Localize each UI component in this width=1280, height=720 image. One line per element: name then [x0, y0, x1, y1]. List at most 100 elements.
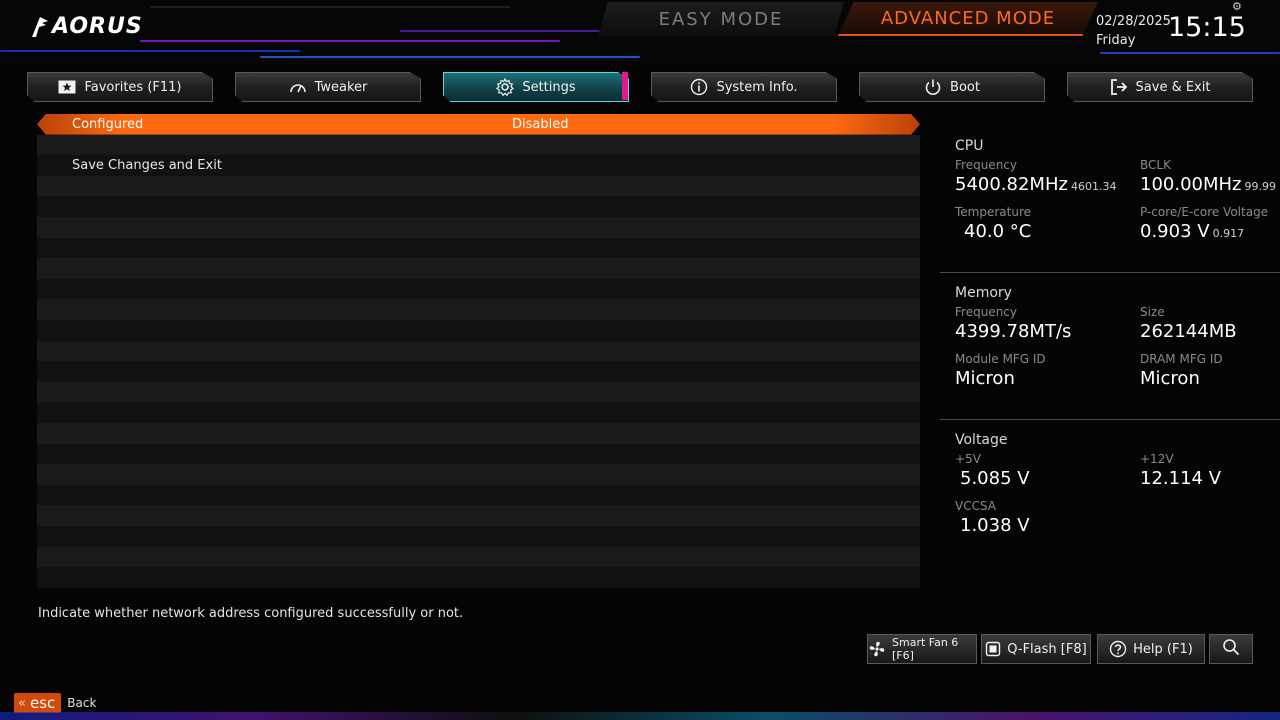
advanced-mode-button[interactable]: ADVANCED MODE — [838, 2, 1098, 36]
memory-grid: Frequency 4399.78MT/s Size 262144MB Modu… — [955, 305, 1280, 405]
tab-save-exit[interactable]: Save & Exit — [1067, 72, 1253, 102]
esc-label: esc — [29, 694, 56, 712]
back-label: Back — [67, 696, 97, 710]
tab-label: Boot — [950, 79, 980, 95]
list-row-empty — [37, 134, 920, 156]
decor-streak — [400, 30, 600, 32]
easy-mode-button[interactable]: EASY MODE — [598, 2, 844, 36]
setting-row-save-changes-exit[interactable]: Save Changes and Exit — [37, 155, 920, 176]
cpu-frequency: Frequency 5400.82MHz 4601.34 — [955, 158, 1117, 195]
tab-label: Favorites (F11) — [84, 79, 182, 95]
panel-divider — [940, 419, 1280, 420]
setting-label: Save Changes and Exit — [72, 157, 222, 173]
list-row-empty — [37, 196, 920, 217]
main-tabs: Favorites (F11) Tweaker Settings System … — [0, 72, 1280, 104]
cpu-bclk: BCLK 100.00MHz 99.99 — [1140, 158, 1276, 195]
list-row-empty — [37, 175, 920, 197]
list-row-empty — [37, 443, 920, 465]
smart-fan-button[interactable]: Smart Fan 6 [F6] — [867, 634, 977, 664]
esc-back-control[interactable]: « esc Back — [14, 693, 96, 713]
top-bar: AORUS EASY MODE ADVANCED MODE 02/28/2025… — [0, 0, 1280, 62]
date-display: 02/28/2025 Friday — [1096, 12, 1171, 50]
voltage-12v: +12V 12.114 V — [1140, 452, 1222, 489]
list-row-empty — [37, 423, 920, 444]
tab-favorites[interactable]: Favorites (F11) — [27, 72, 213, 102]
settings-list: Configured Disabled Save Changes and Exi… — [37, 114, 920, 590]
list-row-empty — [37, 402, 920, 423]
settings-gear-icon[interactable]: ⚙ — [1232, 0, 1242, 13]
decor-streak — [1100, 52, 1280, 54]
tab-label: Save & Exit — [1135, 79, 1211, 95]
memory-dram-mfg: DRAM MFG ID Micron — [1140, 352, 1223, 389]
fan-icon — [868, 640, 886, 658]
memory-module-mfg: Module MFG ID Micron — [955, 352, 1046, 389]
search-button[interactable] — [1209, 634, 1253, 664]
list-row-empty — [37, 299, 920, 320]
voltage-grid: +5V 5.085 V +12V 12.114 V VCCSA 1.038 V — [955, 452, 1280, 552]
list-row-empty — [37, 484, 920, 506]
hardware-monitor-panel: CPU Frequency 5400.82MHz 4601.34 BCLK 100… — [940, 138, 1280, 552]
memory-size: Size 262144MB — [1140, 305, 1237, 342]
list-row-empty — [37, 526, 920, 547]
decor-streak — [0, 50, 300, 52]
setting-label: Configured — [72, 116, 144, 132]
panel-divider — [940, 272, 1280, 273]
decor-bottom-strip — [0, 712, 1280, 720]
tab-settings[interactable]: Settings — [443, 72, 629, 102]
list-row-empty — [37, 278, 920, 300]
help-icon — [1109, 640, 1127, 658]
cpu-voltage: P-core/E-core Voltage 0.903 V 0.917 — [1140, 205, 1269, 242]
cpu-section-title: CPU — [955, 138, 984, 154]
tab-system-info[interactable]: System Info. — [651, 72, 837, 102]
decor-streak — [140, 40, 560, 42]
advanced-mode-label: ADVANCED MODE — [880, 7, 1056, 29]
list-row-empty — [37, 381, 920, 403]
tab-label: Settings — [522, 79, 576, 95]
brand-name: AORUS — [52, 14, 143, 39]
chip-icon — [985, 641, 1001, 657]
qflash-label: Q-Flash [F8] — [1007, 641, 1087, 657]
decor-streak — [150, 6, 510, 8]
active-tab-accent — [622, 72, 628, 100]
tab-label: System Info. — [716, 79, 798, 95]
help-button[interactable]: Help (F1) — [1097, 634, 1205, 664]
day: Friday — [1096, 33, 1136, 48]
list-row-empty — [37, 546, 920, 568]
setting-row-configured[interactable]: Configured Disabled — [37, 114, 920, 135]
speedometer-icon — [289, 80, 307, 94]
list-row-empty — [37, 217, 920, 238]
list-row-empty — [37, 237, 920, 259]
search-icon — [1222, 638, 1240, 660]
aorus-logo: AORUS — [30, 14, 143, 39]
easy-mode-label: EASY MODE — [658, 8, 784, 30]
list-row-empty — [37, 567, 920, 588]
double-chevron-left-icon: « — [18, 695, 26, 711]
power-icon — [924, 78, 942, 96]
esc-key[interactable]: « esc — [14, 693, 62, 713]
list-row-empty — [37, 320, 920, 341]
cpu-grid: Frequency 5400.82MHz 4601.34 BCLK 100.00M… — [955, 158, 1280, 258]
list-row-empty — [37, 464, 920, 485]
setting-value: Disabled — [512, 116, 569, 132]
date: 02/28/2025 — [1096, 14, 1171, 29]
tab-boot[interactable]: Boot — [859, 72, 1045, 102]
tab-tweaker[interactable]: Tweaker — [235, 72, 421, 102]
memory-frequency: Frequency 4399.78MT/s — [955, 305, 1072, 342]
gear-icon — [496, 78, 515, 96]
cpu-temperature: Temperature 40.0 °C — [955, 205, 1032, 242]
voltage-section-title: Voltage — [955, 432, 1008, 448]
list-row-empty — [37, 258, 920, 279]
list-row-empty — [37, 361, 920, 382]
memory-section-title: Memory — [955, 285, 1012, 301]
list-row-empty — [37, 505, 920, 526]
smart-fan-label: Smart Fan 6 [F6] — [892, 636, 959, 662]
list-row-empty — [37, 340, 920, 362]
clock: 15:15 — [1168, 12, 1246, 43]
voltage-vccsa: VCCSA 1.038 V — [955, 499, 1030, 536]
info-icon — [690, 78, 708, 96]
help-description: Indicate whether network address configu… — [38, 606, 464, 621]
voltage-5v: +5V 5.085 V — [955, 452, 1030, 489]
decor-streak — [260, 56, 640, 58]
exit-icon — [1110, 78, 1128, 96]
qflash-button[interactable]: Q-Flash [F8] — [981, 634, 1091, 664]
